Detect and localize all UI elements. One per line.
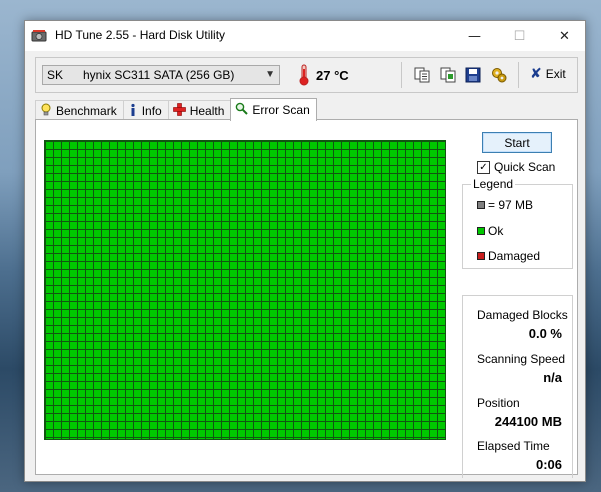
legend-item-label: = 97 MB xyxy=(488,198,534,212)
title-bar[interactable]: HD Tune 2.55 - Hard Disk Utility — ☐ ✕ xyxy=(25,21,585,51)
temperature-value: 27 °C xyxy=(316,68,349,83)
tab-label: Benchmark xyxy=(56,104,117,118)
tab-label: Health xyxy=(189,104,225,118)
toolbar-separator xyxy=(401,62,402,88)
legend-item-label: Damaged xyxy=(488,249,541,263)
info-icon xyxy=(128,103,138,120)
tab-label: Info xyxy=(141,104,162,118)
exit-label: Exit xyxy=(545,67,566,81)
exit-icon: ✘ xyxy=(530,66,542,82)
legend-group: Legend = 97 MB Ok Damaged xyxy=(462,177,573,269)
hdtune-app-icon xyxy=(31,28,47,47)
window-title: HD Tune 2.55 - Hard Disk Utility xyxy=(55,28,226,42)
options-icon[interactable] xyxy=(490,66,508,84)
tab-benchmark[interactable]: Benchmark xyxy=(35,100,124,121)
legend-title: Legend xyxy=(471,177,516,191)
copy-screenshot-icon[interactable] xyxy=(439,66,457,84)
damaged-swatch xyxy=(477,252,485,260)
start-button[interactable]: Start xyxy=(482,132,552,153)
scan-stats-group: Damaged Blocks 0.0 % Scanning Speed n/a … xyxy=(462,295,573,478)
position-value: 244100 MB xyxy=(494,414,562,429)
toolbar: SK hynix SC311 SATA (256 GB) ▼ 27 °C ✘ E… xyxy=(35,57,578,93)
minimize-icon[interactable]: — xyxy=(452,21,497,51)
drive-select-value: SK hynix SC311 SATA (256 GB) xyxy=(47,68,235,82)
tab-error-scan[interactable]: Error Scan xyxy=(230,98,317,121)
quick-scan-option[interactable]: ✓ Quick Scan xyxy=(477,160,555,174)
quick-scan-checkbox[interactable]: ✓ xyxy=(477,160,490,174)
health-cross-icon xyxy=(172,103,186,119)
app-window: HD Tune 2.55 - Hard Disk Utility — ☐ ✕ S… xyxy=(24,20,586,482)
scan-block-grid xyxy=(44,140,446,440)
maximize-icon[interactable]: ☐ xyxy=(497,21,542,51)
position-label: Position xyxy=(477,396,520,410)
copy-text-icon[interactable] xyxy=(413,66,431,84)
legend-item: = 97 MB xyxy=(477,198,533,212)
chevron-down-icon: ▼ xyxy=(265,69,275,80)
elapsed-time-value: 0:06 xyxy=(535,457,562,472)
damaged-blocks-label: Damaged Blocks xyxy=(477,308,568,322)
legend-item: Ok xyxy=(477,224,503,238)
scanning-speed-label: Scanning Speed xyxy=(477,352,566,366)
tab-info[interactable]: Info xyxy=(122,100,169,121)
magnifier-icon xyxy=(235,102,249,118)
legend-item-label: Ok xyxy=(488,224,504,238)
toolbar-separator xyxy=(518,62,519,88)
thermometer-icon xyxy=(298,64,310,89)
legend-item: Damaged xyxy=(477,249,540,263)
scanning-speed-value: n/a xyxy=(543,370,562,385)
quick-scan-label: Quick Scan xyxy=(494,160,556,174)
tab-bar: Benchmark Info Health Error Scan xyxy=(35,98,317,121)
tab-health[interactable]: Health xyxy=(167,100,232,121)
lightbulb-icon xyxy=(40,103,52,120)
save-icon[interactable] xyxy=(464,66,482,84)
tab-label: Error Scan xyxy=(252,103,310,117)
exit-button[interactable]: ✘ Exit xyxy=(530,67,566,81)
ok-swatch xyxy=(477,227,485,235)
damaged-blocks-value: 0.0 % xyxy=(528,326,562,341)
drive-select[interactable]: SK hynix SC311 SATA (256 GB) ▼ xyxy=(42,65,280,85)
close-icon[interactable]: ✕ xyxy=(542,21,587,51)
elapsed-time-label: Elapsed Time xyxy=(477,439,550,453)
block-size-swatch xyxy=(477,201,485,209)
error-scan-panel: Start ✓ Quick Scan Legend = 97 MB Ok Dam… xyxy=(35,119,578,478)
